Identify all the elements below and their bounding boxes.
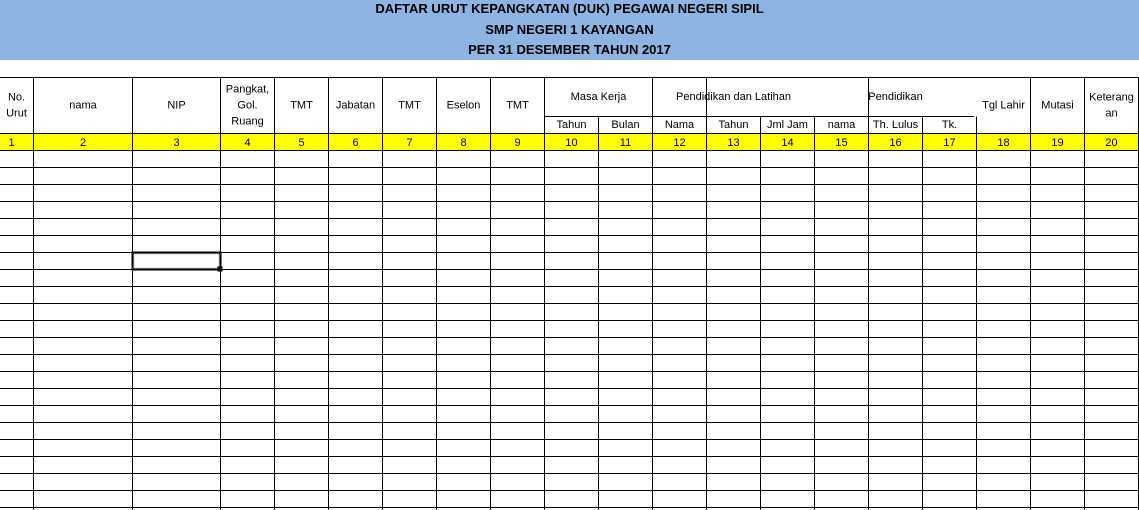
- column-number: 20: [1105, 137, 1117, 149]
- header-diklat: Pendidikan dan Latihan: [676, 91, 791, 103]
- column-number: 6: [352, 137, 358, 149]
- column-number: 19: [1051, 137, 1063, 149]
- fill-handle[interactable]: [217, 266, 223, 272]
- column-number: 1: [8, 137, 14, 149]
- header-tmt: TMT: [398, 99, 421, 111]
- column-number: 9: [514, 137, 520, 149]
- header-keterangan: an: [1105, 107, 1117, 119]
- header-tmt: TMT: [290, 99, 313, 111]
- header-nip: NIP: [167, 99, 185, 111]
- column-number: 8: [460, 137, 466, 149]
- header-pendidikan-sub: Th. Lulus: [873, 119, 919, 131]
- header-diklat-sub: Tahun: [719, 119, 749, 131]
- header-diklat-sub: Jml Jam: [767, 119, 808, 131]
- column-number: 5: [298, 137, 304, 149]
- header-keterangan: Keterang: [1089, 91, 1134, 103]
- column-number: 14: [781, 137, 793, 149]
- header-jabatan: Jabatan: [336, 99, 375, 111]
- column-number: 13: [727, 137, 739, 149]
- header-pendidikan-sub: Tk.: [942, 119, 957, 131]
- header-diklat-sub: Nama: [665, 119, 695, 131]
- column-number: 18: [997, 137, 1009, 149]
- header-masa-kerja-sub: Tahun: [557, 119, 587, 131]
- header-mutasi: Mutasi: [1041, 99, 1073, 111]
- header-masa-kerja: Masa Kerja: [571, 91, 628, 103]
- column-number: 3: [173, 137, 179, 149]
- header-nama: nama: [69, 99, 97, 111]
- column-number: 12: [673, 137, 685, 149]
- header-pangkat: Ruang: [231, 115, 263, 127]
- column-number: 2: [80, 137, 86, 149]
- column-number: 11: [620, 137, 631, 149]
- header-pendidikan-sub: nama: [828, 119, 856, 131]
- selected-cell-inner: [133, 253, 220, 269]
- duk-table[interactable]: No. Urut nama NIP Pangkat, Gol. Ruang TMT Jabata…: [0, 0, 1139, 510]
- column-number: 4: [244, 137, 250, 149]
- header-tmt: TMT: [506, 99, 529, 111]
- column-number: 16: [889, 137, 901, 149]
- selected-cell[interactable]: [131, 251, 222, 271]
- header-pendidikan: Pendidikan: [868, 91, 922, 103]
- header-no-urut: Urut: [6, 107, 27, 119]
- column-number: 17: [943, 137, 955, 149]
- header-no-urut: No.: [8, 91, 25, 103]
- column-number: 7: [406, 137, 412, 149]
- header-tgl-lahir: Tgl Lahir: [982, 99, 1025, 111]
- header-pangkat: Pangkat,: [226, 83, 269, 95]
- header-masa-kerja-sub: Bulan: [611, 119, 639, 131]
- header-pangkat: Gol.: [237, 99, 257, 111]
- column-number: 10: [565, 137, 577, 149]
- column-number: 15: [835, 137, 847, 149]
- header-eselon: Eselon: [447, 99, 481, 111]
